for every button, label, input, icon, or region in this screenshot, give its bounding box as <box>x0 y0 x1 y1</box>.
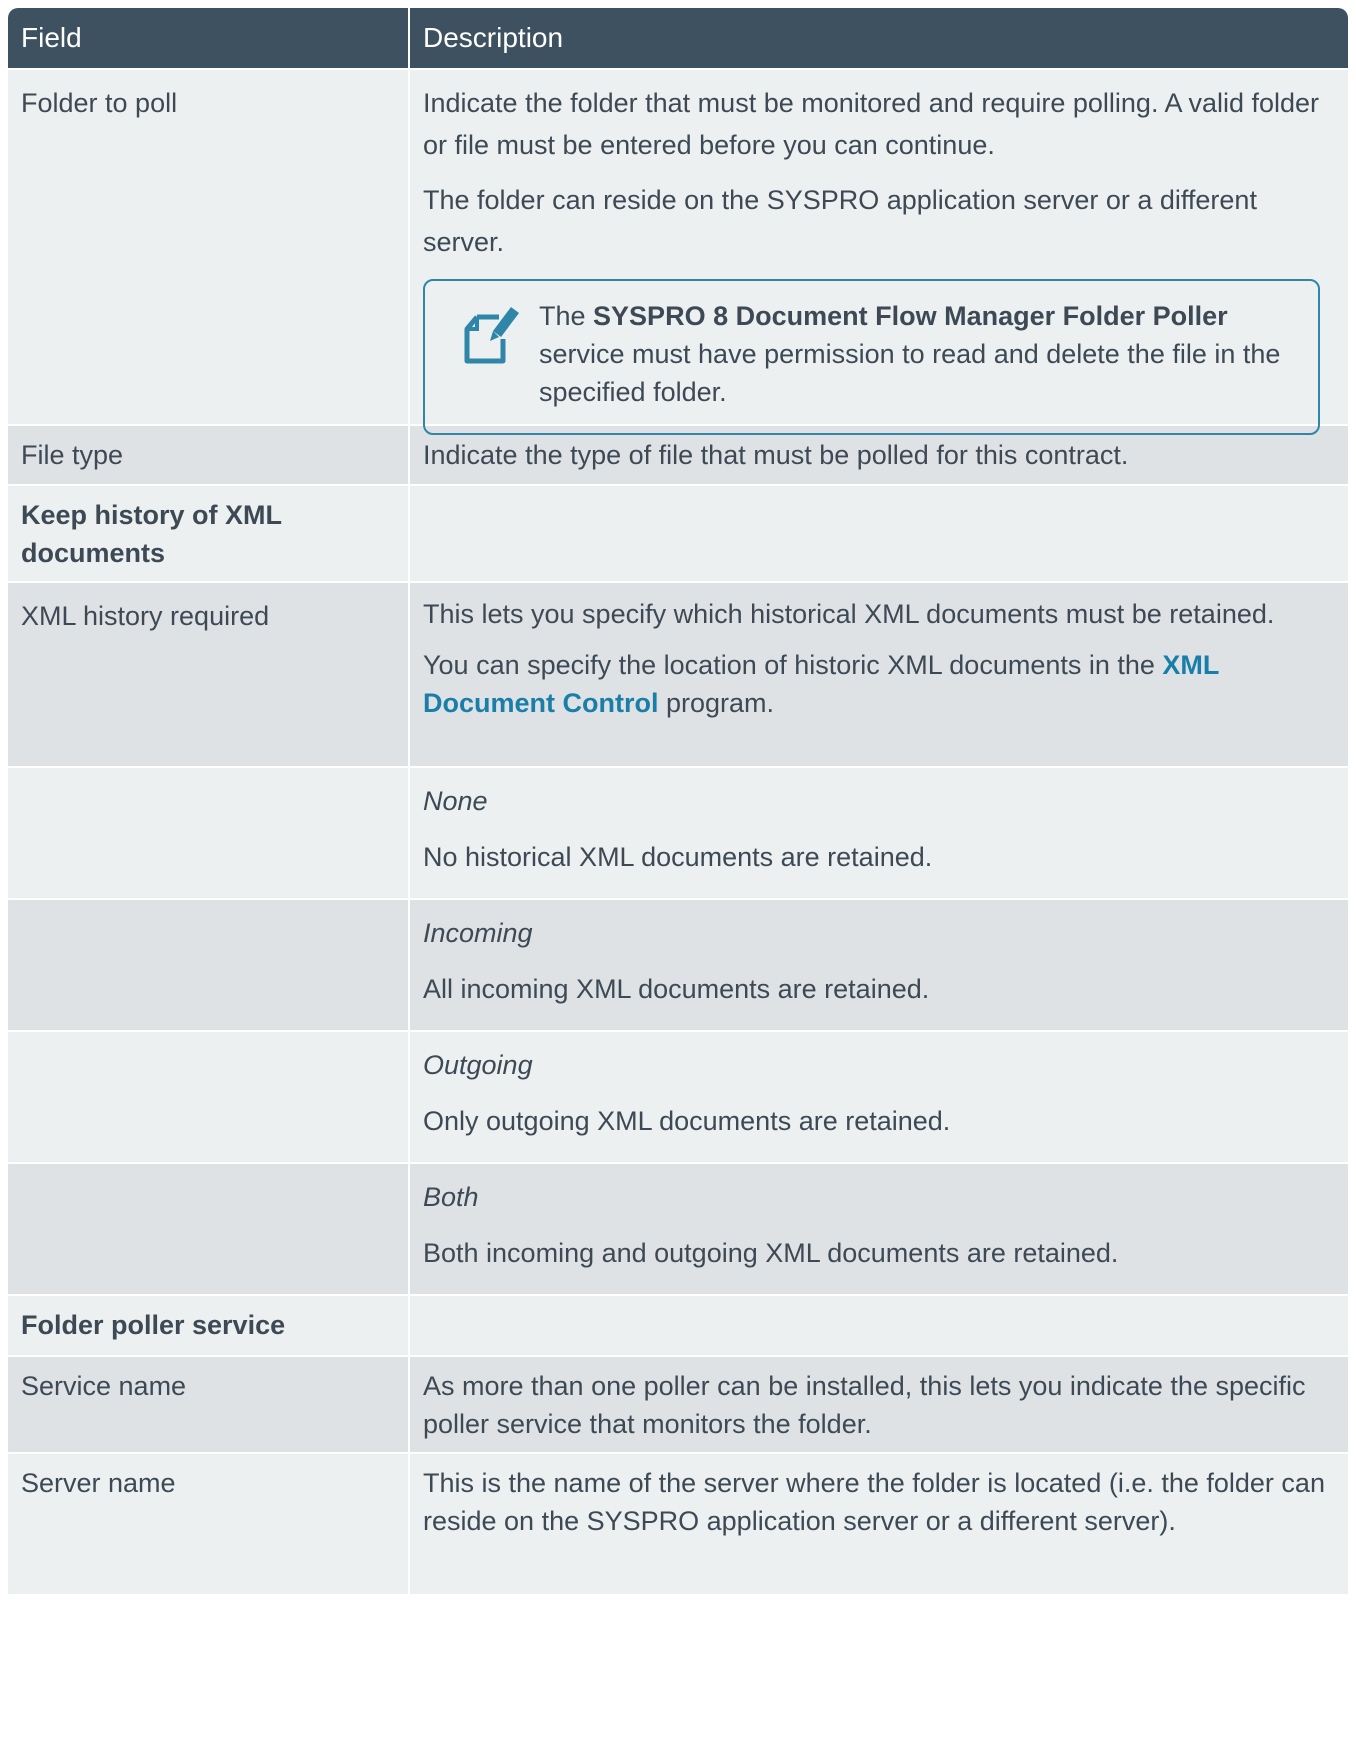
option-text: All incoming XML documents are retained. <box>423 974 930 1004</box>
field-name-empty <box>8 768 410 898</box>
option-description: None No historical XML documents are ret… <box>410 768 1348 898</box>
field-description: This lets you specify which historical X… <box>410 583 1348 766</box>
field-name: Server name <box>8 1454 410 1594</box>
field-name-empty <box>8 1032 410 1162</box>
field-name: Service name <box>8 1357 410 1452</box>
field-name-empty <box>8 1164 410 1294</box>
table-row-option-none: None No historical XML documents are ret… <box>8 768 1348 900</box>
section-heading: Keep history of XML documents <box>8 486 410 581</box>
section-heading: Folder poller service <box>8 1296 410 1355</box>
table-row-file-type: File type Indicate the type of file that… <box>8 426 1348 486</box>
table-row-section-keep-history: Keep history of XML documents <box>8 486 1348 583</box>
table-row-section-folder-poller: Folder poller service <box>8 1296 1348 1357</box>
option-text: Only outgoing XML documents are retained… <box>423 1106 951 1136</box>
table-row-option-outgoing: Outgoing Only outgoing XML documents are… <box>8 1032 1348 1164</box>
field-description-table: Field Description Folder to poll Indicat… <box>8 8 1348 1594</box>
description-suffix: program. <box>658 688 775 718</box>
option-name: Outgoing <box>423 1050 533 1080</box>
note-edit-icon <box>464 307 519 364</box>
field-description-empty <box>410 1296 1348 1355</box>
option-text: No historical XML documents are retained… <box>423 842 933 872</box>
option-name: Both <box>423 1182 479 1212</box>
note-text: The SYSPRO 8 Document Flow Manager Folde… <box>539 297 1298 411</box>
field-name: File type <box>8 426 410 484</box>
note-service-name: SYSPRO 8 Document Flow Manager Folder Po… <box>593 301 1228 331</box>
note-suffix: service must have permission to read and… <box>539 339 1281 407</box>
table-row-service-name: Service name As more than one poller can… <box>8 1357 1348 1454</box>
field-description: As more than one poller can be installed… <box>423 1371 1306 1439</box>
option-text: Both incoming and outgoing XML documents… <box>423 1238 1119 1268</box>
description-text: Indicate the folder that must be monitor… <box>423 88 1320 160</box>
field-name-empty <box>8 900 410 1030</box>
option-description: Incoming All incoming XML documents are … <box>410 900 1348 1030</box>
field-name: Folder to poll <box>8 70 410 424</box>
field-name: XML history required <box>8 583 410 766</box>
note-box: The SYSPRO 8 Document Flow Manager Folde… <box>423 279 1320 435</box>
option-name: None <box>423 786 488 816</box>
field-description: This is the name of the server where the… <box>423 1468 1325 1536</box>
header-field: Field <box>8 8 410 68</box>
note-prefix: The <box>539 301 594 331</box>
table-row-option-both: Both Both incoming and outgoing XML docu… <box>8 1164 1348 1296</box>
description-text: The folder can reside on the SYSPRO appl… <box>423 185 1257 257</box>
header-description: Description <box>423 22 564 53</box>
field-description-empty <box>410 486 1348 581</box>
table-header-row: Field Description <box>8 8 1348 70</box>
description-text: This lets you specify which historical X… <box>423 599 1275 629</box>
table-row-server-name: Server name This is the name of the serv… <box>8 1454 1348 1594</box>
field-description: Indicate the type of file that must be p… <box>423 440 1129 470</box>
field-description: Indicate the folder that must be monitor… <box>410 70 1348 435</box>
description-prefix: You can specify the location of historic… <box>423 650 1163 680</box>
table-row-folder-to-poll: Folder to poll Indicate the folder that … <box>8 70 1348 435</box>
table-row-xml-history-required: XML history required This lets you speci… <box>8 583 1348 768</box>
description-text: You can specify the location of historic… <box>423 646 1338 722</box>
option-description: Outgoing Only outgoing XML documents are… <box>410 1032 1348 1162</box>
option-name: Incoming <box>423 918 533 948</box>
table-row-option-incoming: Incoming All incoming XML documents are … <box>8 900 1348 1032</box>
option-description: Both Both incoming and outgoing XML docu… <box>410 1164 1348 1294</box>
